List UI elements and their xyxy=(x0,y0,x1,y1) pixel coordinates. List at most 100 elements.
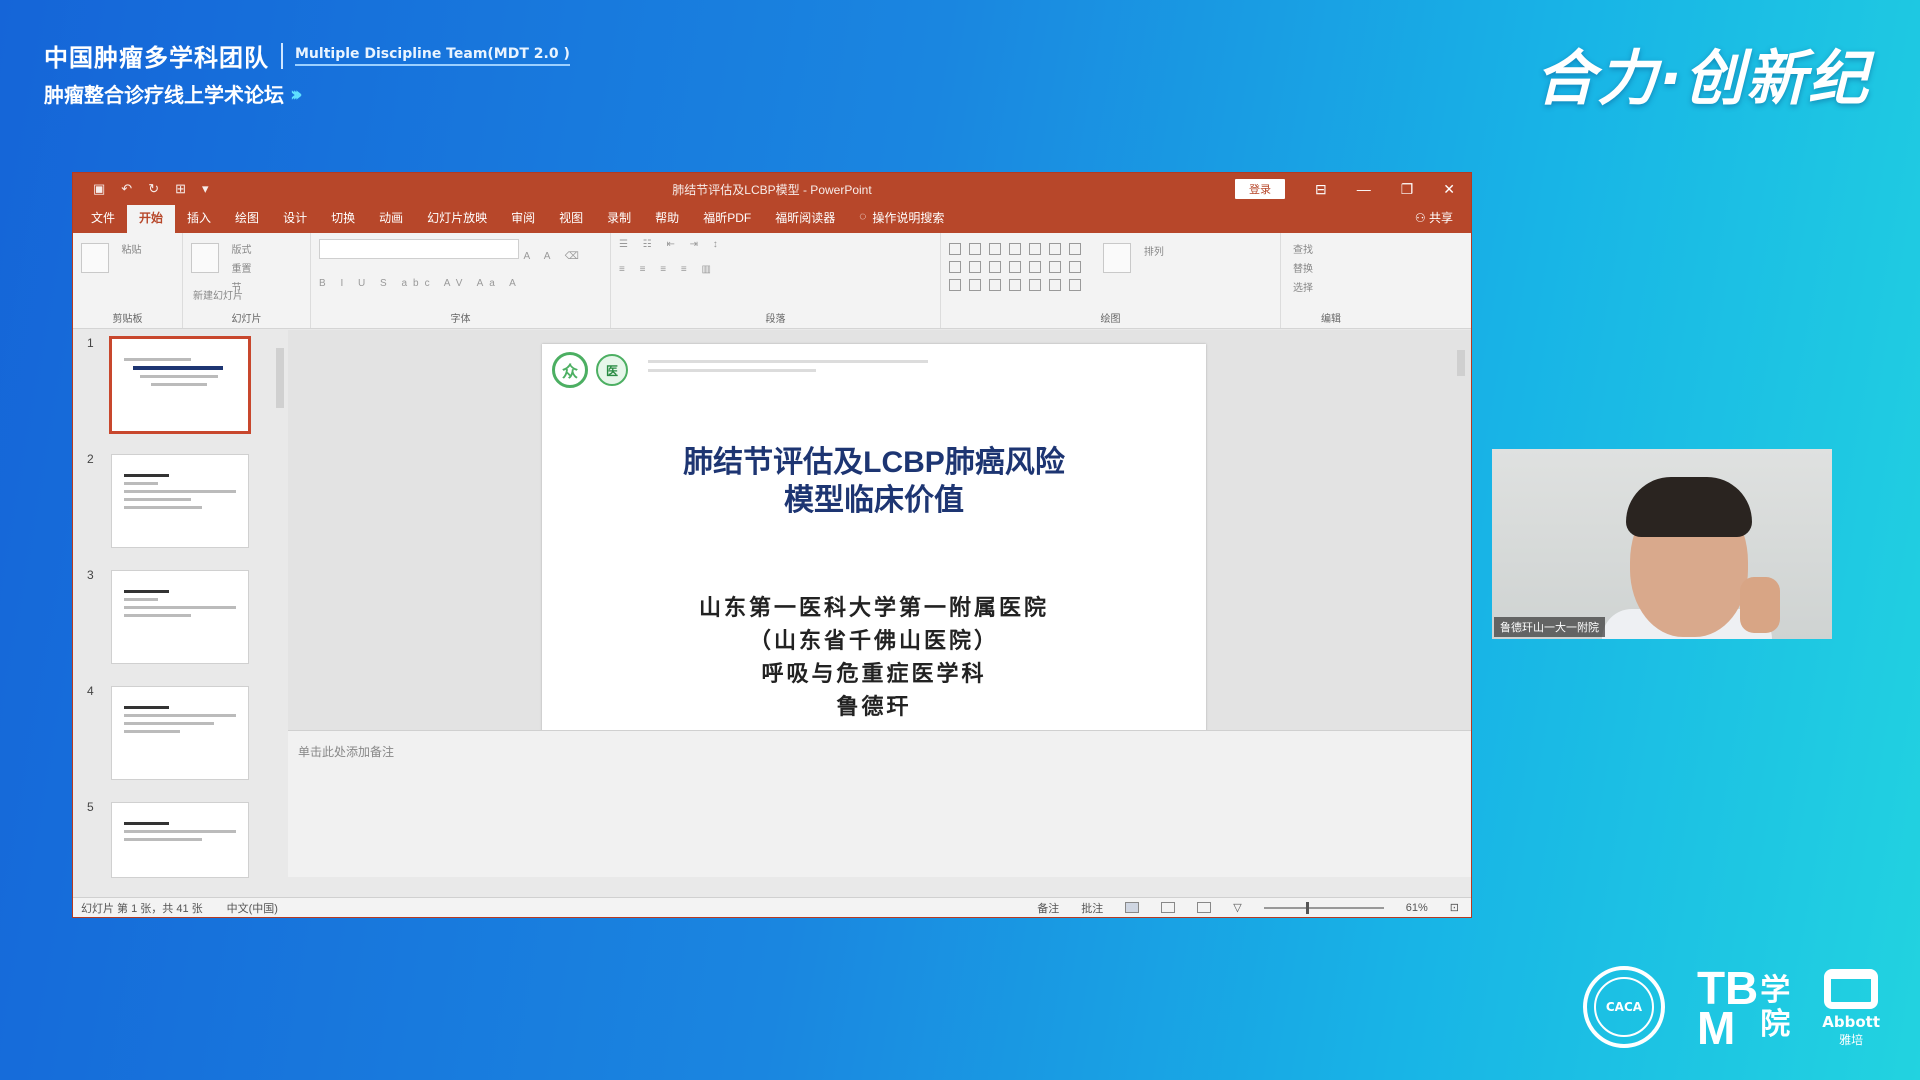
slide-title[interactable]: 肺结节评估及LCBP肺癌风险 模型临床价值 xyxy=(542,444,1206,520)
group-label-slides: 幻灯片 xyxy=(231,314,262,325)
slide-title-line: 肺结节评估及LCBP肺癌风险 xyxy=(683,446,1065,479)
notes-placeholder: 单击此处添加备注 xyxy=(298,745,395,759)
tab-foxit-pdf[interactable]: 福昕PDF xyxy=(691,209,763,233)
arrange-icon[interactable] xyxy=(1103,243,1132,273)
paste-label[interactable]: 粘贴 xyxy=(121,241,141,256)
tab-animations[interactable]: 动画 xyxy=(367,209,415,233)
share-button[interactable]: ⚇ 共享 xyxy=(1415,209,1471,233)
tab-review[interactable]: 审阅 xyxy=(499,209,547,233)
slide-thumbnail-pane: 1 2 3 4 5 xyxy=(73,330,288,878)
replace-button[interactable]: 替换 xyxy=(1293,260,1313,275)
powerpoint-window: ▣ ↶ ↻ ⊞ ▾ 肺结节评估及LCBP模型 - PowerPoint 登录 ⊟… xyxy=(72,172,1472,918)
affiliation-line: 山东第一医科大学第一附属医院 xyxy=(698,595,1049,621)
zoom-level[interactable]: 61% xyxy=(1406,902,1428,914)
present-icon[interactable]: ⊞ xyxy=(175,181,186,197)
notes-pane[interactable]: 单击此处添加备注 xyxy=(288,730,1471,877)
affiliation-line: （山东省千佛山医院） xyxy=(748,628,999,654)
align-icons[interactable]: ≡ ≡ ≡ ≡ ▥ xyxy=(619,264,932,275)
department-line: 呼吸与危重症医学科 xyxy=(761,661,987,687)
thumbnail-row[interactable]: 3 xyxy=(73,568,273,666)
paste-icon[interactable] xyxy=(81,243,109,273)
font-format-icons[interactable]: B I U S abc AV Aa A xyxy=(319,278,602,289)
thumbnail-scrollbar[interactable] xyxy=(276,334,286,870)
tbm-char-top: 学 xyxy=(1760,973,1791,1008)
thumbnail-row[interactable]: 1 xyxy=(73,336,273,434)
list-icons[interactable]: ☰ ☷ ⇤ ⇥ ↕ xyxy=(619,239,932,250)
quick-access-toolbar: ▣ ↶ ↻ ⊞ ▾ xyxy=(73,181,209,197)
language-indicator[interactable]: 中文(中国) xyxy=(227,900,278,916)
reading-view-icon[interactable] xyxy=(1197,902,1212,913)
thumbnail-number: 3 xyxy=(87,568,94,582)
normal-view-icon[interactable] xyxy=(1125,902,1140,913)
thumbnail-number: 5 xyxy=(87,800,94,814)
person-icon: ⚇ xyxy=(1414,211,1426,225)
find-button[interactable]: 查找 xyxy=(1293,241,1313,256)
thumbnail-row[interactable]: 4 xyxy=(73,684,273,782)
slide-thumbnail[interactable] xyxy=(111,454,249,548)
slide-edit-area: 众 医 肺结节评估及LCBP肺癌风险 模型临床价值 山东第一医科大学第一附属医院… xyxy=(288,330,1471,786)
speaker-hand xyxy=(1740,577,1780,633)
comments-toggle[interactable]: 批注 xyxy=(1081,900,1103,916)
slide-thumbnail[interactable] xyxy=(111,802,249,878)
undo-icon[interactable]: ↶ xyxy=(121,181,132,197)
abbott-name: Abbott xyxy=(1822,1013,1880,1031)
tab-transitions[interactable]: 切换 xyxy=(319,209,367,233)
slide-thumbnail[interactable] xyxy=(111,686,249,780)
select-button[interactable]: 选择 xyxy=(1293,279,1313,294)
save-icon[interactable]: ▣ xyxy=(93,181,105,197)
arrange-label[interactable]: 排列 xyxy=(1144,243,1164,258)
thumbnail-row[interactable]: 2 xyxy=(73,452,273,550)
shapes-gallery[interactable] xyxy=(949,243,1083,291)
tbm-char-bottom: 院 xyxy=(1760,1007,1791,1042)
slide-sorter-icon[interactable] xyxy=(1161,902,1176,913)
group-slides: 版式 重置 节 新建幻灯片 幻灯片 xyxy=(183,233,311,328)
abbott-cn: 雅培 xyxy=(1839,1033,1864,1047)
forum-title: 中国肿瘤多学科团队 xyxy=(44,44,269,72)
tab-design[interactable]: 设计 xyxy=(271,209,319,233)
tab-file[interactable]: 文件 xyxy=(79,209,127,233)
slide-scrollbar[interactable] xyxy=(1457,338,1467,774)
tab-help[interactable]: 帮助 xyxy=(643,209,691,233)
reset-button[interactable]: 重置 xyxy=(231,260,251,275)
minimize-icon[interactable]: — xyxy=(1357,181,1371,197)
redo-icon[interactable]: ↻ xyxy=(148,181,159,197)
tab-record[interactable]: 录制 xyxy=(595,209,643,233)
notes-toggle[interactable]: 备注 xyxy=(1037,900,1059,916)
lightbulb-icon: ◌ xyxy=(859,209,867,223)
layout-button[interactable]: 版式 xyxy=(231,241,251,256)
tab-slideshow[interactable]: 幻灯片放映 xyxy=(415,209,499,233)
customize-qat-icon[interactable]: ▾ xyxy=(202,181,209,197)
tab-draw[interactable]: 绘图 xyxy=(223,209,271,233)
tell-me-label: 操作说明搜索 xyxy=(872,211,945,225)
font-size-icons[interactable]: A A ⌫ xyxy=(523,251,584,262)
login-button[interactable]: 登录 xyxy=(1234,179,1285,199)
font-name-input[interactable] xyxy=(319,239,519,259)
slide-counter: 幻灯片 第 1 张，共 41 张 xyxy=(81,902,203,915)
new-slide-button[interactable]: 新建幻灯片 xyxy=(193,287,243,302)
thumbnail-number: 2 xyxy=(87,452,94,466)
tab-home[interactable]: 开始 xyxy=(127,203,176,233)
tell-me-search[interactable]: ◌ 操作说明搜索 xyxy=(847,209,956,233)
tab-foxit-reader[interactable]: 福昕阅读器 xyxy=(763,209,847,233)
current-slide[interactable]: 众 医 肺结节评估及LCBP肺癌风险 模型临床价值 山东第一医科大学第一附属医院… xyxy=(542,344,1206,786)
forum-subtitle: 肿瘤整合诊疗线上学术论坛 xyxy=(44,83,284,107)
slide-thumbnail[interactable] xyxy=(111,570,249,664)
slideshow-icon[interactable]: ▽ xyxy=(1233,901,1241,914)
restore-icon[interactable]: ❐ xyxy=(1401,181,1414,198)
slide-body[interactable]: 山东第一医科大学第一附属医院 （山东省千佛山医院） 呼吸与危重症医学科 鲁德玕 xyxy=(542,592,1206,724)
thumbnail-number: 1 xyxy=(87,336,94,350)
thumbnail-row[interactable]: 5 xyxy=(73,800,273,898)
zoom-slider[interactable] xyxy=(1263,901,1384,914)
ribbon-display-icon[interactable]: ⊟ xyxy=(1315,181,1327,198)
tab-insert[interactable]: 插入 xyxy=(175,209,223,233)
slide-thumbnail[interactable] xyxy=(109,336,251,434)
fit-slide-icon[interactable]: ⊡ xyxy=(1450,901,1459,914)
close-icon[interactable]: ✕ xyxy=(1443,181,1455,198)
ribbon-tabs: 文件 开始 插入 绘图 设计 切换 动画 幻灯片放映 审阅 视图 录制 帮助 福… xyxy=(73,203,1471,233)
slogan: 合力·创新纪 xyxy=(1535,44,1870,114)
thumbnail-number: 4 xyxy=(87,684,94,698)
chevron-right-icon: ››› xyxy=(290,81,303,106)
new-slide-icon[interactable] xyxy=(191,243,219,273)
tab-view[interactable]: 视图 xyxy=(547,209,595,233)
group-paragraph: ☰ ☷ ⇤ ⇥ ↕ ≡ ≡ ≡ ≡ ▥ 段落 xyxy=(611,233,941,328)
